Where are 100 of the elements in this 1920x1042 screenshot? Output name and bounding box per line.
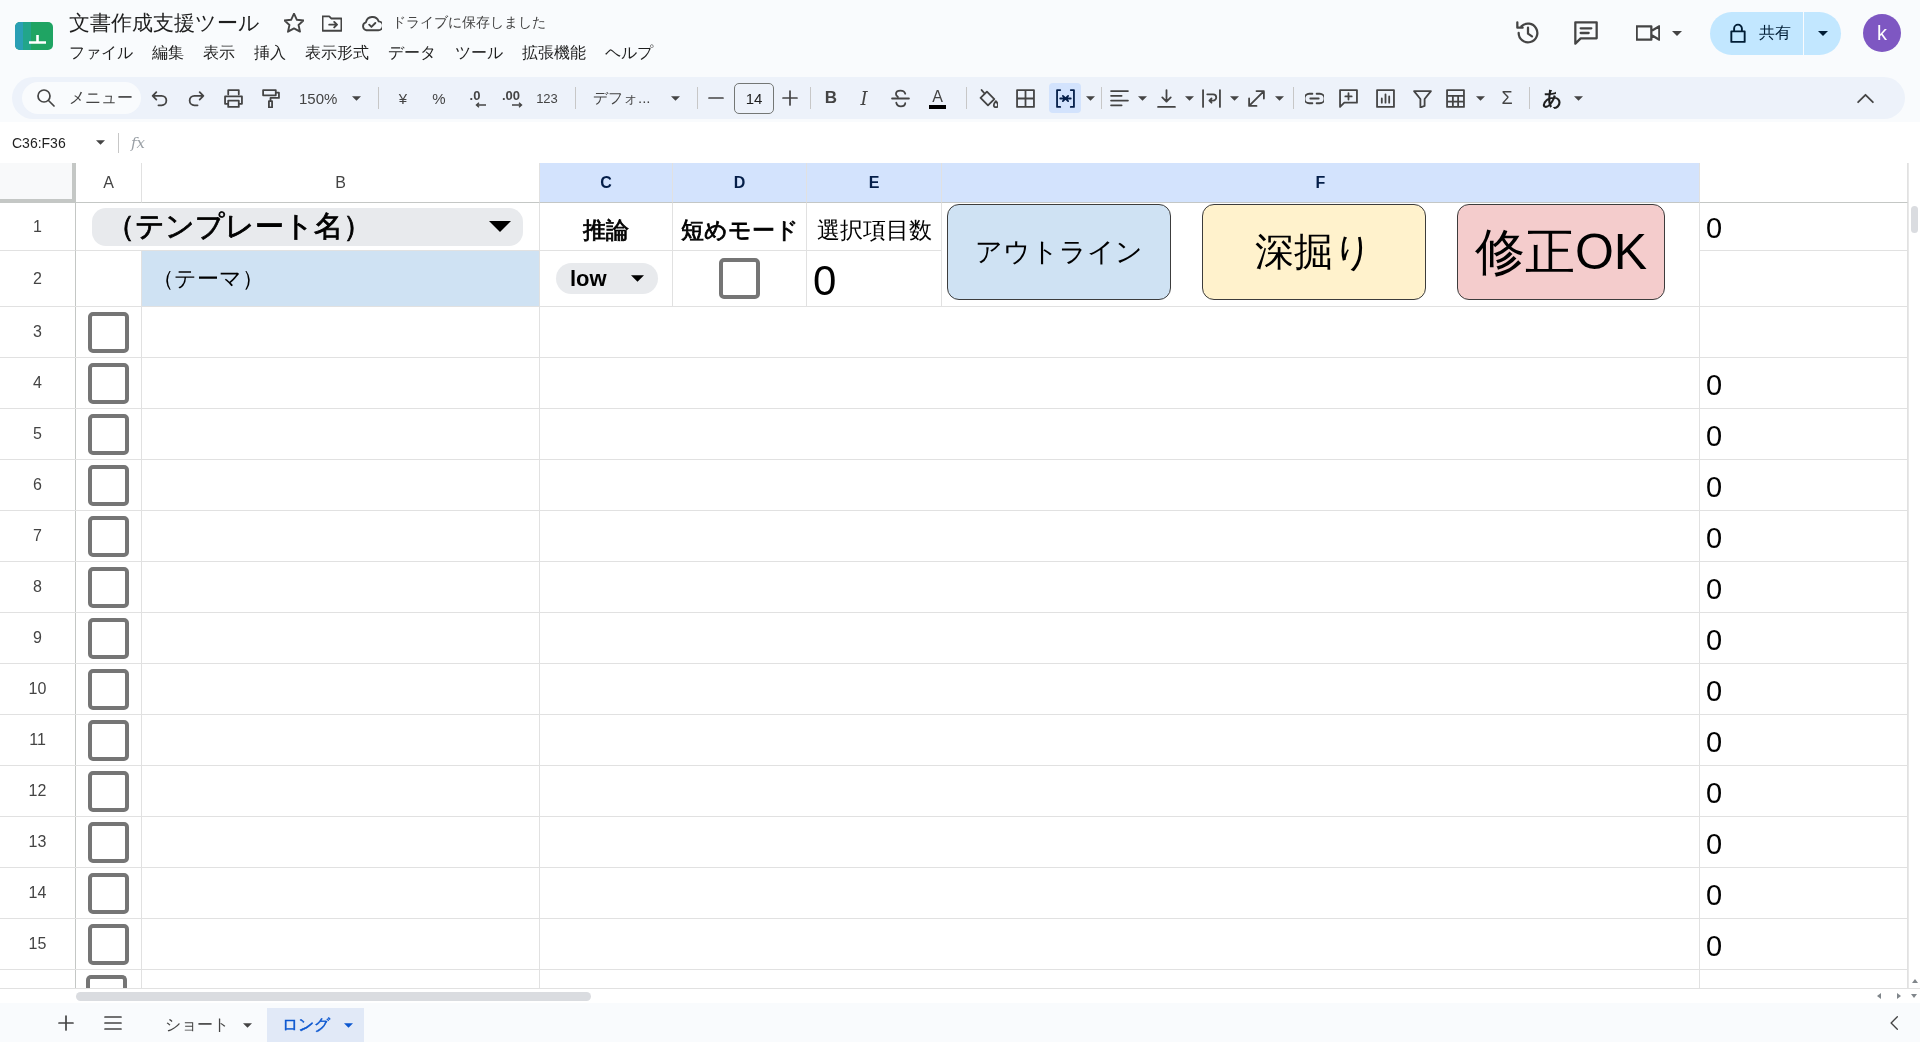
sheet-tab[interactable]: ロング	[267, 1008, 364, 1042]
caret-icon[interactable]	[1137, 95, 1147, 101]
scroll-down-arrow-icon[interactable]	[1911, 993, 1917, 999]
caret-icon[interactable]	[1573, 95, 1583, 101]
scroll-up-arrow-icon[interactable]	[1911, 978, 1918, 984]
menu-item[interactable]: 編集	[152, 42, 184, 64]
italic-button[interactable]: I	[846, 83, 882, 113]
action-button[interactable]: 深掘り	[1202, 204, 1426, 300]
plus-icon[interactable]	[781, 89, 799, 107]
text-color-button[interactable]: A	[919, 83, 956, 113]
menu-search-field[interactable]: メニュー	[22, 82, 141, 114]
column-header[interactable]: E	[807, 163, 942, 203]
checkbox[interactable]	[88, 617, 129, 659]
table-cell[interactable]: （テーマ）	[142, 251, 540, 306]
checkbox[interactable]	[88, 515, 129, 557]
table-icon[interactable]	[1446, 88, 1465, 108]
font-size-field[interactable]: 14	[734, 82, 774, 114]
add-comment-icon[interactable]	[1339, 88, 1358, 108]
name-box[interactable]: C36:F36	[0, 134, 108, 151]
template-dropdown[interactable]: （テンプレート名）	[92, 207, 523, 246]
checkbox[interactable]	[88, 362, 129, 404]
cloud-check-icon[interactable]	[362, 13, 382, 33]
caret-icon[interactable]	[1184, 95, 1194, 101]
strikethrough-icon[interactable]	[891, 88, 910, 108]
caret-icon[interactable]	[1274, 95, 1284, 101]
row-number[interactable]: 13	[0, 817, 76, 867]
filter-icon[interactable]	[1413, 88, 1432, 108]
row-number[interactable]: 2	[0, 251, 76, 306]
row-number[interactable]: 15	[0, 919, 76, 969]
input-tools-button[interactable]: あ	[1535, 83, 1569, 113]
vertical-scrollbar[interactable]	[1911, 206, 1918, 233]
checkbox[interactable]	[88, 464, 129, 506]
align-bottom-icon[interactable]	[1157, 88, 1176, 108]
checkbox[interactable]	[88, 566, 129, 608]
wrap-icon[interactable]	[1202, 88, 1221, 108]
checkbox[interactable]	[88, 923, 129, 965]
row-number[interactable]: 7	[0, 511, 76, 561]
diagonal-arrow-icon[interactable]	[1247, 88, 1266, 108]
decrease-decimal-button[interactable]: .0	[457, 83, 493, 113]
action-button[interactable]: 修正OK	[1457, 204, 1665, 300]
folder-icon[interactable]	[322, 13, 342, 33]
menu-item[interactable]: ファイル	[69, 42, 133, 64]
row-number[interactable]: 8	[0, 562, 76, 612]
bar-chart-icon[interactable]	[1376, 88, 1395, 108]
checkbox[interactable]	[88, 872, 129, 914]
column-header[interactable]: D	[673, 163, 807, 203]
row-number[interactable]: 14	[0, 868, 76, 918]
column-header[interactable]: C	[540, 163, 673, 203]
menu-icon[interactable]	[104, 1013, 122, 1032]
checkbox[interactable]	[88, 413, 129, 455]
row-number[interactable]: 1	[0, 203, 76, 251]
zoom-dropdown[interactable]: 150%	[289, 83, 372, 113]
merge-cells-button[interactable]	[1049, 83, 1081, 113]
checkbox[interactable]	[88, 668, 129, 710]
increase-decimal-button[interactable]: .00	[493, 83, 529, 113]
column-header[interactable]: A	[76, 163, 142, 203]
caret-icon[interactable]	[1672, 30, 1682, 36]
menu-item[interactable]: 挿入	[254, 42, 286, 64]
scroll-right-arrow-icon[interactable]	[1896, 993, 1902, 999]
menu-item[interactable]: ツール	[455, 42, 503, 64]
font-dropdown[interactable]: デフォ...	[586, 83, 684, 113]
menu-item[interactable]: 表示形式	[305, 42, 369, 64]
percent-button[interactable]: %	[421, 83, 457, 113]
bold-button[interactable]: B	[816, 83, 846, 113]
comment-icon[interactable]	[1574, 21, 1598, 45]
menu-item[interactable]: ヘルプ	[605, 42, 653, 64]
checkbox[interactable]	[88, 770, 129, 812]
row-number[interactable]: 11	[0, 715, 76, 765]
menu-item[interactable]: データ	[388, 42, 436, 64]
caret-icon[interactable]	[1229, 95, 1239, 101]
checkbox[interactable]	[88, 311, 129, 353]
checkbox[interactable]	[88, 719, 129, 761]
share-button[interactable]: 共有	[1710, 11, 1803, 55]
sheet-tab[interactable]: ショート	[150, 1008, 263, 1042]
action-button[interactable]: アウトライン	[947, 204, 1171, 300]
row-number[interactable]: 9	[0, 613, 76, 663]
caret-icon[interactable]	[1085, 95, 1095, 101]
paint-bucket-icon[interactable]	[979, 88, 998, 108]
row-number[interactable]: 3	[0, 307, 76, 357]
checkbox[interactable]	[88, 821, 129, 863]
star-icon[interactable]	[284, 13, 304, 33]
redo-icon[interactable]	[187, 88, 206, 108]
paint-roller-icon[interactable]	[261, 88, 280, 108]
history-icon[interactable]	[1516, 21, 1540, 45]
app-logo-icon[interactable]	[15, 22, 53, 50]
row-number[interactable]: 6	[0, 460, 76, 510]
menu-item[interactable]: 表示	[203, 42, 235, 64]
row-number[interactable]: 4	[0, 358, 76, 408]
functions-button[interactable]: Σ	[1489, 83, 1525, 113]
avatar[interactable]: k	[1863, 14, 1901, 52]
horizontal-scrollbar[interactable]	[76, 991, 591, 1001]
checkbox[interactable]	[719, 258, 760, 299]
plus-icon[interactable]	[57, 1013, 75, 1032]
row-number[interactable]: 10	[0, 664, 76, 714]
column-header[interactable]: F	[942, 163, 1700, 203]
reasoning-dropdown[interactable]: low	[556, 263, 658, 294]
number-format-button[interactable]: 123	[529, 83, 565, 113]
currency-button[interactable]: ¥	[385, 83, 421, 113]
scroll-left-arrow-icon[interactable]	[1876, 993, 1882, 999]
undo-icon[interactable]	[150, 88, 169, 108]
